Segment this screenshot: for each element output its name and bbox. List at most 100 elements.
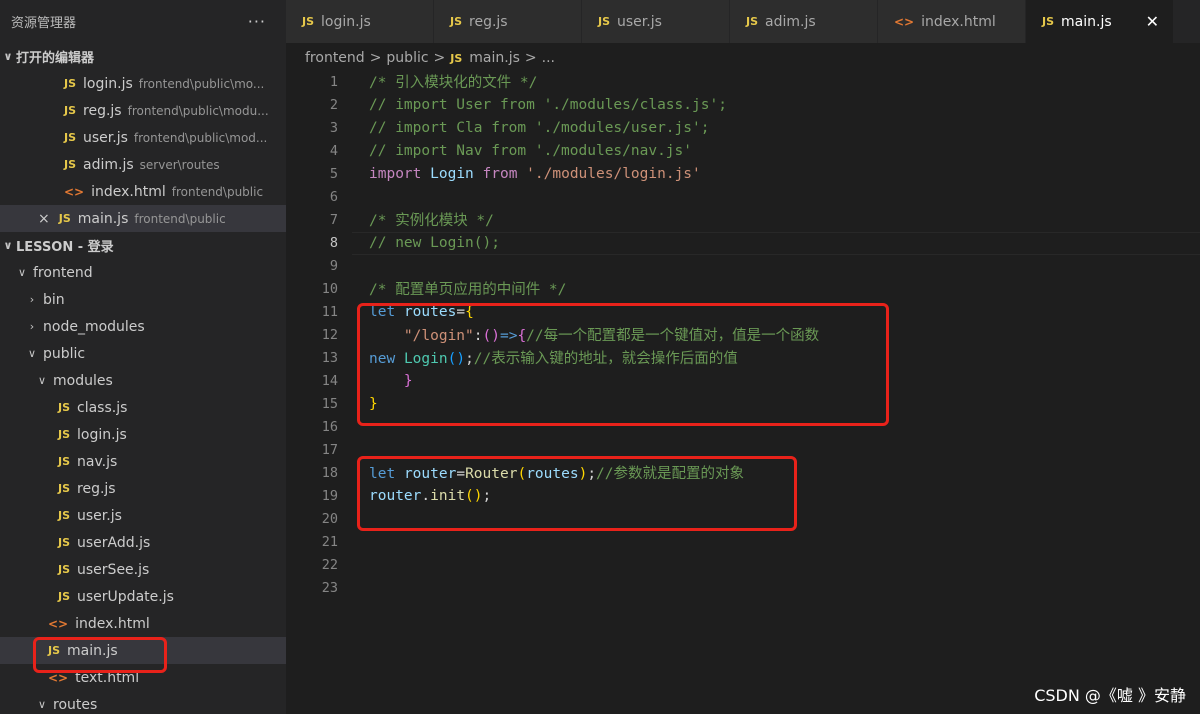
file-item[interactable]: JS class.js [0, 394, 286, 421]
code-line[interactable]: 6 [286, 185, 1200, 208]
tab-main-js[interactable]: JS main.js ✕ [1026, 0, 1174, 43]
code-line[interactable]: 9 [286, 254, 1200, 277]
code-token: new [369, 351, 396, 367]
code-token: from [482, 165, 518, 182]
folder-label: modules [53, 372, 113, 389]
close-icon[interactable]: ✕ [1146, 12, 1159, 31]
tab-reg-js[interactable]: JS reg.js [434, 0, 582, 43]
code-line[interactable]: 10 /* 配置单页应用的中间件 */ [286, 277, 1200, 300]
html-file-icon: <> [64, 184, 85, 199]
open-editor-item[interactable]: JS adim.js server\routes [0, 151, 286, 178]
file-item[interactable]: JS userSee.js [0, 556, 286, 583]
code-text: // import User from './modules/class.js'… [369, 97, 727, 113]
tab-adim-js[interactable]: JS adim.js [730, 0, 878, 43]
folder-public[interactable]: ∨ public [0, 340, 286, 367]
code-token: router [369, 487, 422, 504]
open-editor-item[interactable]: × JS main.js frontend\public [0, 205, 286, 232]
file-item[interactable]: JS login.js [0, 421, 286, 448]
code-line[interactable]: 11 let routes={ [286, 300, 1200, 323]
folder-label: routes [53, 696, 98, 713]
file-item[interactable]: JS reg.js [0, 475, 286, 502]
close-icon[interactable]: × [38, 211, 50, 227]
js-file-icon: JS [746, 15, 759, 28]
file-text-html[interactable]: <> text.html [0, 664, 286, 691]
code-line[interactable]: 22 [286, 553, 1200, 576]
code-token: /* 实例化模块 */ [369, 213, 494, 229]
file-item[interactable]: JS userUpdate.js [0, 583, 286, 610]
code-line[interactable]: 3 // import Cla from './modules/user.js'; [286, 116, 1200, 139]
file-label: main.js [67, 642, 118, 659]
workspace-section[interactable]: ∨ LESSON - 登录 [0, 232, 286, 259]
code-line[interactable]: 1 /* 引入模块化的文件 */ [286, 70, 1200, 93]
folder-modules[interactable]: ∨ modules [0, 367, 286, 394]
code-token: ( [517, 466, 527, 482]
file-item[interactable]: JS nav.js [0, 448, 286, 475]
code-line[interactable]: 8 // new Login(); [286, 231, 1200, 254]
open-editor-path: frontend\public\modu... [127, 103, 269, 118]
more-actions-icon[interactable]: ··· [248, 12, 266, 31]
code-text: } [369, 373, 413, 389]
code-line[interactable]: 5 import Login from './modules/login.js' [286, 162, 1200, 185]
file-label: index.html [75, 615, 150, 632]
file-item[interactable]: JS userAdd.js [0, 529, 286, 556]
editor-tabs: JS login.js JS reg.js JS user.js JS adim.js <> in… [286, 0, 1200, 43]
chevron-down-icon: ∨ [37, 698, 47, 711]
code-line[interactable]: 13 new Login();//表示输入键的地址，就会操作后面的值 [286, 346, 1200, 369]
code-line[interactable]: 17 [286, 438, 1200, 461]
code-token: //表示输入键的地址，就会操作后面的值 [473, 351, 738, 367]
code-line[interactable]: 15} [286, 392, 1200, 415]
open-editor-item[interactable]: JS login.js frontend\public\mo... [0, 70, 286, 97]
code-token: //每一个配置都是一个键值对，值是一个函数 [526, 328, 820, 344]
line-number: 10 [321, 280, 338, 297]
code-line[interactable]: 12 "/login":()=>{//每一个配置都是一个键值对，值是一个函数 [286, 323, 1200, 346]
code-line[interactable]: 2 // import User from './modules/class.js… [286, 93, 1200, 116]
file-index-html[interactable]: <> index.html [0, 610, 286, 637]
code-text: router.init(); [369, 488, 491, 504]
folder-node-modules[interactable]: › node_modules [0, 313, 286, 340]
file-item[interactable]: JS user.js [0, 502, 286, 529]
line-number: 12 [321, 326, 338, 343]
code-line[interactable]: 20 [286, 507, 1200, 530]
code-editor[interactable]: 1 /* 引入模块化的文件 */ 2 // import User from './m… [286, 70, 1200, 599]
code-text: let routes={ [369, 304, 474, 320]
open-editors-section[interactable]: ∨ 打开的编辑器 [0, 43, 286, 70]
chevron-down-icon: ∨ [3, 50, 13, 63]
code-token: } [369, 395, 378, 412]
code-token: Router [465, 466, 518, 482]
js-file-icon: JS [1042, 15, 1055, 28]
tab-login-js[interactable]: JS login.js [286, 0, 434, 43]
code-line[interactable]: 14 } [286, 369, 1200, 392]
breadcrumb-frontend[interactable]: frontend [305, 50, 365, 66]
code-line[interactable]: 21 [286, 530, 1200, 553]
folder-routes[interactable]: ∨ routes [0, 691, 286, 714]
code-line[interactable]: 18 let router=Router(routes);//参数就是配置的对象 [286, 461, 1200, 484]
tab-label: login.js [321, 13, 371, 30]
breadcrumb-public[interactable]: public [386, 50, 428, 66]
file-label: userAdd.js [77, 534, 151, 551]
tab-index-html[interactable]: <> index.html [878, 0, 1026, 43]
file-main-js[interactable]: JS main.js [0, 637, 286, 664]
breadcrumb-file[interactable]: main.js [469, 50, 520, 66]
tab-user-js[interactable]: JS user.js [582, 0, 730, 43]
code-line[interactable]: 16 [286, 415, 1200, 438]
code-line[interactable]: 7 /* 实例化模块 */ [286, 208, 1200, 231]
code-line[interactable]: 4 // import Nav from './modules/nav.js' [286, 139, 1200, 162]
line-number: 22 [321, 556, 338, 573]
open-editor-path: frontend\public [134, 211, 226, 226]
open-editor-item[interactable]: <> index.html frontend\public [0, 178, 286, 205]
code-text: new Login();//表示输入键的地址，就会操作后面的值 [369, 347, 738, 368]
open-editor-item[interactable]: JS user.js frontend\public\mod... [0, 124, 286, 151]
line-number: 16 [321, 418, 338, 435]
breadcrumb-tail[interactable]: ... [542, 50, 555, 66]
watermark: CSDN @《嘘 》安静 [1034, 686, 1186, 705]
code-text: // import Cla from './modules/user.js'; [369, 120, 709, 136]
open-editor-item[interactable]: JS reg.js frontend\public\modu... [0, 97, 286, 124]
code-line[interactable]: 23 [286, 576, 1200, 599]
code-line[interactable]: 19 router.init(); [286, 484, 1200, 507]
folder-bin[interactable]: › bin [0, 286, 286, 313]
chevron-down-icon: ∨ [3, 239, 13, 252]
line-number: 20 [321, 510, 338, 527]
folder-frontend[interactable]: ∨ frontend [0, 259, 286, 286]
html-file-icon: <> [48, 616, 69, 631]
